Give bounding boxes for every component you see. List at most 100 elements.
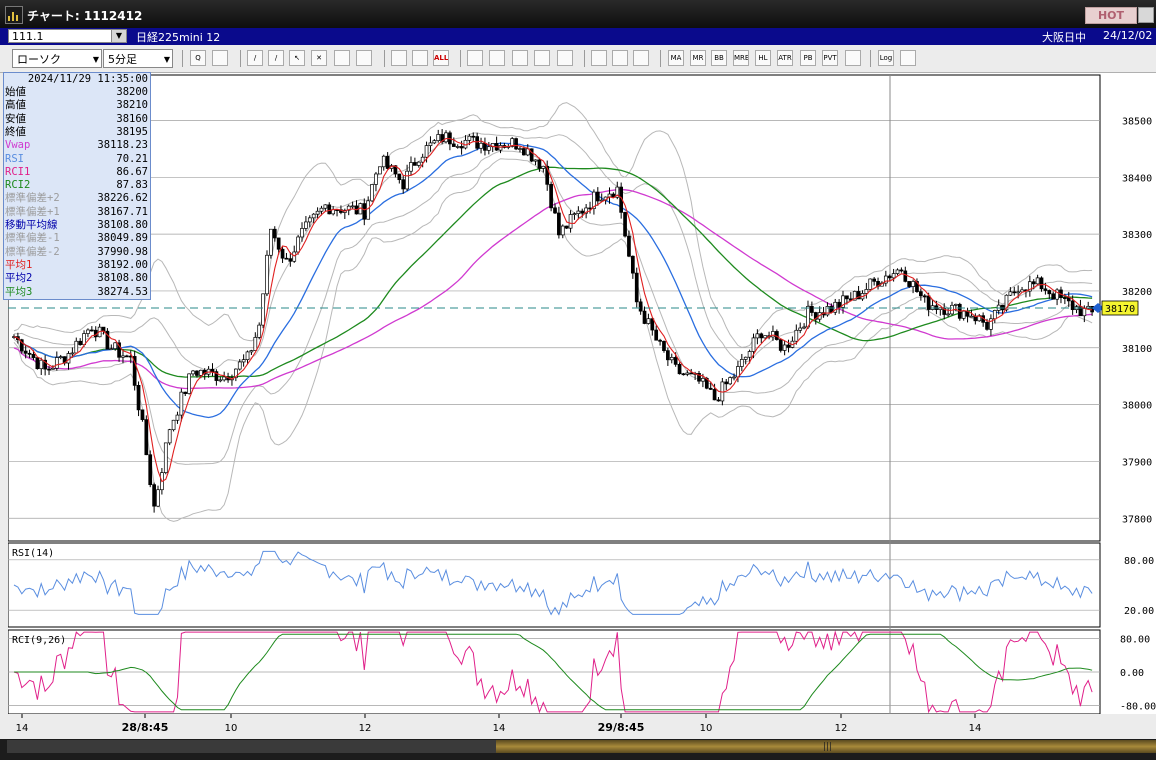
candle-body — [171, 419, 176, 431]
mr-button[interactable]: MR — [690, 50, 706, 66]
chart-canvas[interactable]: 38500 38400 38300 38200 38100 38000 37900 37800… — [0, 73, 1156, 739]
candle-body — [518, 148, 522, 150]
info-label: 平均2 — [5, 272, 33, 285]
export-button[interactable] — [900, 50, 916, 66]
candle-body — [459, 146, 464, 149]
info-value: 38118.23 — [97, 139, 148, 152]
candle-body — [467, 135, 472, 141]
candle-body — [732, 376, 736, 379]
candle-body — [27, 352, 32, 355]
panel-icon[interactable] — [512, 50, 528, 66]
candle-body — [424, 145, 429, 158]
bb-button[interactable]: BB — [711, 50, 727, 66]
candle-body — [728, 377, 732, 385]
settings-icon[interactable] — [591, 50, 607, 66]
candle-body — [685, 372, 690, 375]
mre-button[interactable]: MRE — [733, 50, 749, 66]
candle-body — [763, 335, 768, 339]
tools-icon[interactable] — [612, 50, 628, 66]
chevron-down-icon[interactable]: ▼ — [111, 30, 126, 42]
candle-body — [109, 348, 114, 351]
candle-body — [237, 361, 242, 370]
candle-body — [845, 295, 849, 300]
candle-body — [992, 310, 997, 320]
info-row: 高値 38210 — [5, 99, 148, 112]
info-label: RCI2 — [5, 179, 31, 192]
frame-button[interactable] — [845, 50, 861, 66]
candle-body — [712, 389, 717, 401]
all-button[interactable]: ALL — [433, 50, 449, 66]
candle-body — [89, 329, 94, 332]
candle-body — [689, 372, 694, 375]
candle-body — [630, 255, 635, 274]
candle-body — [416, 161, 421, 166]
rsi-tick-label: 20.00 — [1124, 606, 1154, 617]
scroll-track[interactable] — [7, 740, 496, 753]
log-button[interactable]: Log — [878, 50, 894, 66]
window-icon[interactable] — [212, 50, 228, 66]
color-icon[interactable] — [633, 50, 649, 66]
volume-icon[interactable] — [467, 50, 483, 66]
tick-icon[interactable] — [557, 50, 573, 66]
candle-body — [829, 306, 834, 313]
grip-icon[interactable]: ||| — [823, 742, 832, 752]
price-tick-label: 38200 — [1122, 287, 1152, 298]
candle-body — [428, 142, 433, 146]
candle-body — [366, 200, 371, 220]
memo-icon[interactable] — [334, 50, 350, 66]
price-tick-label: 38500 — [1122, 116, 1152, 127]
search-chart-icon[interactable] — [489, 50, 505, 66]
candle-body — [323, 204, 328, 209]
candle-add-icon[interactable] — [391, 50, 407, 66]
hot-button[interactable]: HOT — [1085, 7, 1137, 24]
rci-tick-label: 0.00 — [1120, 668, 1144, 679]
candle-body — [623, 212, 627, 237]
time-tick-label: 10 — [700, 723, 713, 734]
candle-body — [946, 313, 950, 316]
candle-body — [307, 217, 312, 223]
candle-body — [148, 454, 153, 485]
time-tick-label: 12 — [835, 723, 848, 734]
info-value: 38210 — [116, 99, 148, 112]
rci-panel-label: RCI(9,26) — [12, 635, 66, 646]
candle-body — [557, 212, 561, 236]
info-value: 38049.89 — [97, 232, 148, 245]
split-icon[interactable] — [534, 50, 550, 66]
candle-body — [82, 333, 86, 346]
candle-body — [483, 142, 487, 151]
candle-body — [47, 368, 51, 371]
pencil-icon[interactable]: / — [247, 50, 263, 66]
pvt-button[interactable]: PVT — [822, 50, 838, 66]
candle-body — [195, 370, 199, 376]
candle-remove-icon[interactable] — [412, 50, 428, 66]
info-label: 平均1 — [5, 258, 33, 271]
info-row: RCI1 86.67 — [5, 166, 148, 179]
candle-body — [70, 352, 75, 355]
line-draw-icon[interactable]: / — [268, 50, 284, 66]
candle-body — [919, 291, 923, 297]
hl-button[interactable]: HL — [755, 50, 771, 66]
chart-type-select[interactable]: ローソク ▼ — [12, 49, 102, 68]
rci-tick-label: -80.00 — [1120, 702, 1156, 713]
interval-select[interactable]: 5分足 ▼ — [103, 49, 173, 68]
erase-icon[interactable]: ✕ — [311, 50, 327, 66]
info-value: 37990.98 — [97, 245, 148, 258]
symbol-select[interactable]: 111.1 ▼ — [8, 29, 127, 43]
candle-body — [560, 225, 565, 236]
candle-body — [895, 269, 900, 274]
info-label: 標準偏差+1 — [5, 205, 60, 218]
toolbar: ローソク ▼ 5分足 ▼ Q / / ↖ ✕ ALL MA MR BB MRE HL ATR PB PVT… — [0, 45, 1156, 73]
ma-button[interactable]: MA — [668, 50, 684, 66]
info-label: Vwap — [5, 139, 31, 152]
window-control-button[interactable] — [1138, 7, 1154, 23]
candle-body — [1082, 308, 1087, 317]
pb-button[interactable]: PB — [800, 50, 816, 66]
atr-button[interactable]: ATR — [777, 50, 793, 66]
cursor-icon[interactable]: ↖ — [289, 50, 305, 66]
candle-body — [409, 162, 413, 172]
toolbar-separator — [240, 50, 241, 67]
time-scrollbar[interactable]: ||| — [0, 739, 1156, 760]
zoom-icon[interactable]: Q — [190, 50, 206, 66]
trash-icon[interactable] — [356, 50, 372, 66]
market-name: 大阪日中 — [1042, 31, 1086, 44]
